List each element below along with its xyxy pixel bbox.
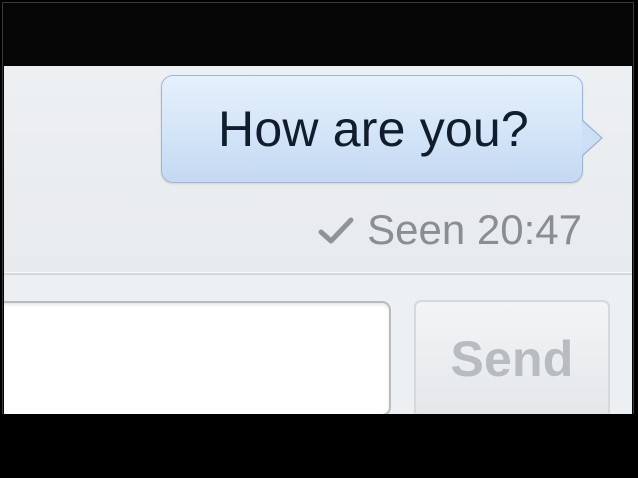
bottom-black-band xyxy=(0,414,638,478)
outgoing-message-bubble: How are you? xyxy=(161,75,603,183)
checkmark-icon xyxy=(318,217,354,243)
seen-status-text: Seen 20:47 xyxy=(367,206,582,253)
send-button[interactable]: Send xyxy=(414,300,610,414)
message-status: Seen 20:47 xyxy=(316,208,582,252)
message-list: How are you? Seen 20:47 xyxy=(4,66,632,272)
message-input[interactable] xyxy=(4,301,391,414)
message-composer-divider xyxy=(4,272,632,275)
message-composer: Send xyxy=(4,276,632,414)
chat-window: How are you? Seen 20:47 Send xyxy=(4,66,632,414)
message-text: How are you? xyxy=(218,101,529,157)
